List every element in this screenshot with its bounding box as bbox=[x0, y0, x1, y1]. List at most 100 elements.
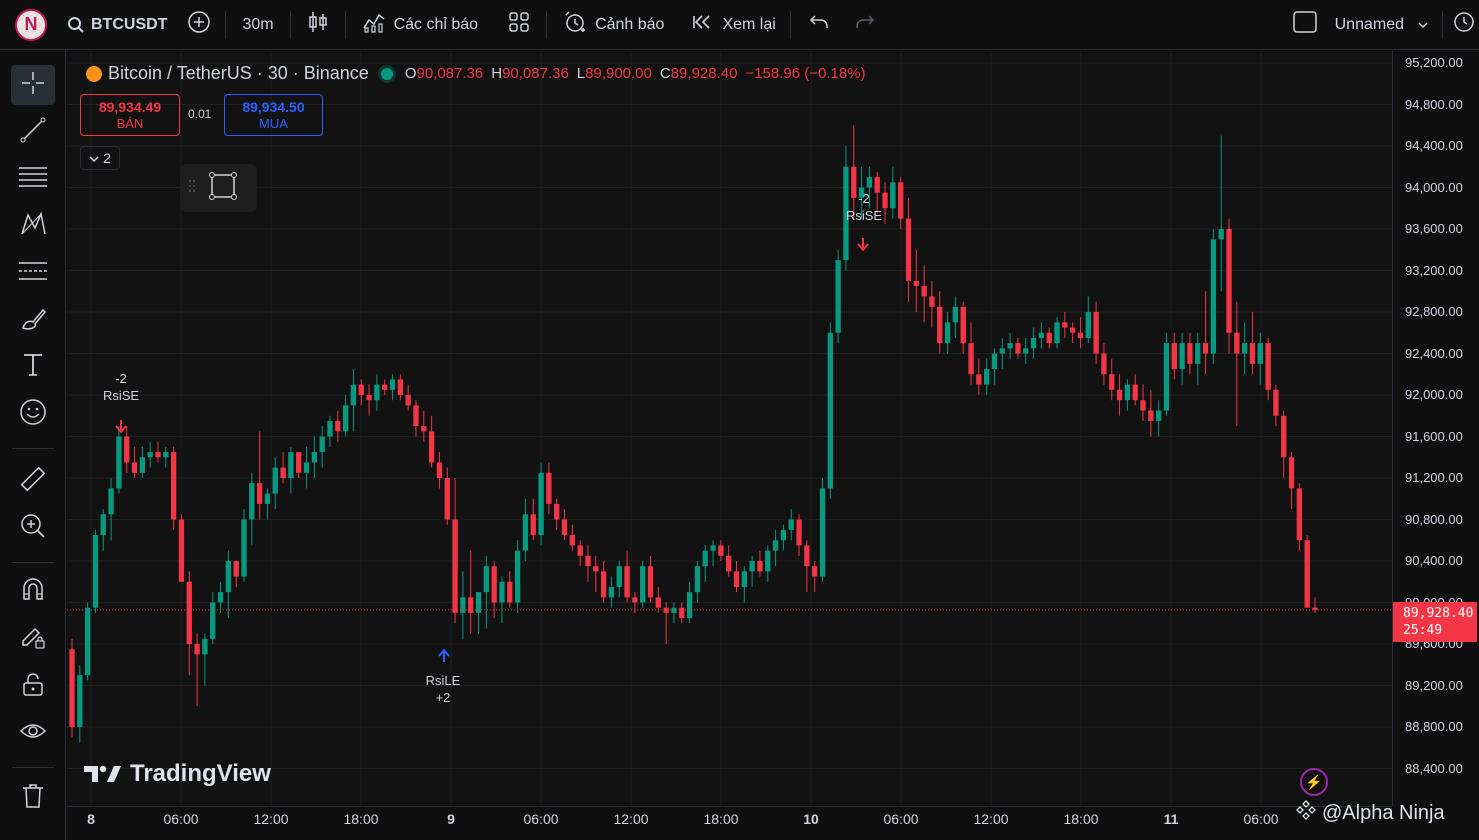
layout-name-button[interactable]: Unnamed bbox=[1331, 0, 1442, 50]
crosshair-tool[interactable] bbox=[11, 65, 55, 105]
candle bbox=[217, 581, 224, 613]
text-tool[interactable] bbox=[11, 347, 55, 387]
forecast-tool[interactable] bbox=[11, 253, 55, 293]
candle bbox=[686, 581, 693, 624]
plus-circle-icon bbox=[187, 10, 211, 39]
candle bbox=[530, 498, 536, 541]
candle bbox=[718, 540, 724, 561]
undo-button[interactable] bbox=[791, 0, 845, 50]
indicators-button[interactable]: Các chỉ báo bbox=[346, 0, 493, 50]
sell-button[interactable]: 89,934.49 BÁN bbox=[80, 94, 180, 136]
symbol-name: BTCUSDT bbox=[91, 15, 168, 33]
user-avatar[interactable]: N bbox=[15, 8, 47, 41]
price-axis[interactable]: 95,200.00 94,800.00 94,400.00 94,000.00 93,6… bbox=[1392, 51, 1479, 806]
drag-handle-icon[interactable] bbox=[188, 178, 196, 199]
candle bbox=[1093, 301, 1099, 364]
replay-button[interactable]: Xem lại bbox=[678, 0, 789, 50]
zoom-tool[interactable] bbox=[11, 508, 55, 548]
time-axis[interactable]: 8 06:00 12:00 18:00 9 06:00 12:00 18:00 10 06:00 1… bbox=[67, 806, 1392, 840]
signal-qty: -2 bbox=[115, 371, 127, 386]
candle bbox=[413, 400, 419, 437]
trend-line-tool[interactable] bbox=[11, 112, 55, 152]
emoji-tool[interactable] bbox=[11, 394, 55, 434]
low-number: 89,900.00 bbox=[585, 65, 652, 82]
candle bbox=[366, 384, 372, 416]
collapse-indicators-button[interactable]: 2 bbox=[80, 146, 120, 170]
redo-button[interactable] bbox=[845, 0, 885, 50]
price-tick: 91,200.00 bbox=[1405, 470, 1463, 485]
candle bbox=[663, 602, 669, 644]
candle bbox=[1116, 374, 1123, 416]
hide-drawings-tool[interactable] bbox=[11, 713, 55, 753]
quick-search-button[interactable] bbox=[1443, 0, 1479, 50]
time-tick: 10 bbox=[803, 811, 819, 827]
spread-value: 0.01 bbox=[188, 107, 212, 121]
time-tick: 06:00 bbox=[163, 811, 199, 827]
candle bbox=[780, 524, 787, 551]
tradingview-icon bbox=[84, 765, 121, 782]
candle bbox=[155, 441, 161, 463]
buy-button[interactable]: 89,934.50 MUA bbox=[224, 94, 323, 136]
candle bbox=[819, 478, 826, 582]
price-tick: 88,800.00 bbox=[1405, 719, 1463, 734]
templates-button[interactable] bbox=[492, 0, 546, 50]
time-tick: 12:00 bbox=[973, 811, 1009, 827]
candle bbox=[757, 550, 763, 577]
pattern-icon bbox=[19, 210, 47, 243]
candle bbox=[726, 545, 732, 577]
lock-drawing-tool[interactable] bbox=[11, 619, 55, 659]
buy-signal-arrow bbox=[438, 648, 450, 662]
magnet-tool[interactable] bbox=[11, 572, 55, 612]
fib-tool[interactable] bbox=[11, 159, 55, 199]
signal-name: RsiSE bbox=[845, 208, 883, 223]
measure-tool[interactable] bbox=[11, 461, 55, 501]
lightning-icon[interactable]: ⚡ bbox=[1300, 768, 1328, 796]
candle bbox=[1187, 332, 1193, 375]
rectangle-select-icon[interactable] bbox=[208, 171, 238, 206]
candle bbox=[1046, 327, 1052, 349]
symbol-search-button[interactable]: BTCUSDT bbox=[61, 0, 181, 50]
chart-type-button[interactable] bbox=[291, 0, 345, 50]
brush-tool[interactable] bbox=[11, 300, 55, 340]
pattern-tool[interactable] bbox=[11, 206, 55, 246]
candle bbox=[522, 498, 529, 561]
bar-countdown: 25:49 bbox=[1403, 623, 1443, 638]
layout-checkbox[interactable] bbox=[1279, 0, 1331, 50]
compare-symbol-button[interactable] bbox=[181, 0, 225, 50]
candle bbox=[733, 561, 740, 593]
floating-drawing-toolbar bbox=[180, 164, 257, 212]
candle bbox=[460, 571, 466, 639]
candle bbox=[1155, 400, 1162, 437]
candle bbox=[600, 561, 607, 603]
magnet-icon bbox=[20, 577, 46, 608]
market-status-icon[interactable] bbox=[380, 67, 393, 80]
candle bbox=[69, 638, 75, 738]
chart-pane[interactable] bbox=[67, 51, 1392, 806]
lock-all-tool[interactable] bbox=[11, 666, 55, 706]
tradingview-logo[interactable]: TradingView bbox=[84, 760, 271, 788]
candle bbox=[1101, 343, 1107, 385]
price-tick: 92,800.00 bbox=[1405, 304, 1463, 319]
interval-button[interactable]: 30m bbox=[226, 0, 289, 50]
candle bbox=[788, 509, 794, 541]
candle bbox=[1273, 384, 1279, 427]
candle bbox=[640, 561, 646, 608]
high-number: 90,087.36 bbox=[502, 65, 569, 82]
candle bbox=[1085, 296, 1091, 344]
candle bbox=[397, 374, 403, 401]
series-title[interactable]: Bitcoin / TetherUS · 30 · Binance bbox=[108, 63, 369, 84]
candle bbox=[624, 550, 630, 603]
time-tick: 9 bbox=[447, 811, 455, 827]
signal-label-rsise: -2 RsiSE bbox=[100, 370, 142, 404]
alerts-label: Cảnh báo bbox=[595, 15, 665, 33]
alerts-button[interactable]: Cảnh báo bbox=[547, 0, 678, 50]
pencil-lock-icon bbox=[19, 623, 47, 656]
remove-drawings-tool[interactable] bbox=[11, 778, 55, 818]
candle bbox=[905, 197, 912, 302]
candle bbox=[1281, 410, 1287, 478]
candle bbox=[1296, 483, 1303, 551]
candle bbox=[1148, 389, 1154, 437]
candle bbox=[1069, 322, 1076, 344]
candle bbox=[342, 395, 349, 437]
time-tick: 8 bbox=[87, 811, 95, 827]
